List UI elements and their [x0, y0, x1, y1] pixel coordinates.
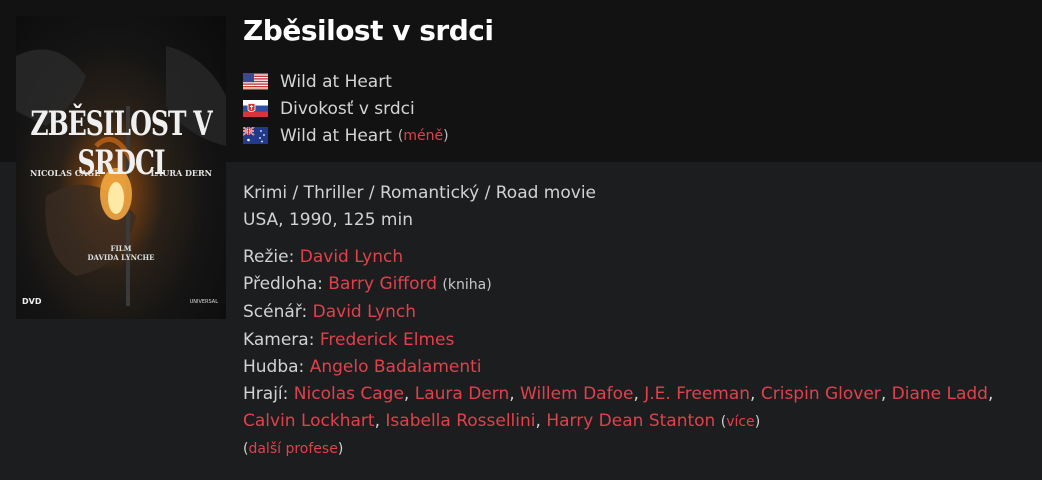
genres: Krimi / Thriller / Romantický / Road mov… [243, 183, 597, 203]
person-link[interactable]: Angelo Badalamenti [310, 357, 482, 377]
alt-title-sk-name: Divokosť v srdci [280, 98, 415, 119]
music-label: Hudba: [243, 356, 305, 377]
alt-title-au: Wild at Heart (méně) [243, 122, 449, 149]
cast-link[interactable]: Willem Dafoe [520, 384, 633, 404]
source-label: Předloha: [243, 274, 323, 295]
cast-link[interactable]: Harry Dean Stanton [546, 411, 715, 431]
origin: USA, 1990, 125 min [243, 210, 413, 230]
screenplay-label: Scénář: [243, 302, 308, 323]
credit-screenplay: Scénář: David Lynch [243, 299, 1023, 326]
movie-info: Krimi / Thriller / Romantický / Road mov… [243, 180, 596, 234]
poster-actor-left: NICOLAS CAGE [30, 168, 101, 178]
credit-camera: Kamera: Frederick Elmes [243, 327, 1023, 354]
credit-cast: Hrají: Nicolas Cage, Laura Dern, Willem … [243, 384, 994, 432]
person-link[interactable]: David Lynch [300, 247, 403, 267]
more-professions: (další profese) [243, 441, 344, 458]
alt-title-us-name: Wild at Heart [280, 71, 392, 92]
alt-titles-list: Wild at Heart Divokosť v srdci Wild at H… [243, 68, 449, 149]
cast-link[interactable]: J.E. Freeman [644, 384, 750, 404]
dvd-logo: DVD [22, 297, 42, 306]
movie-title: Zběsilost v srdci [243, 14, 494, 47]
poster-actor-right: LAURA DERN [150, 168, 212, 178]
cast-label: Hrají: [243, 384, 289, 405]
less-toggle: (méně) [397, 127, 449, 144]
more-cast-link[interactable]: více [726, 414, 755, 430]
poster-credit: FILM DAVIDA LYNCHE [76, 244, 166, 262]
au-flag-icon [243, 127, 268, 144]
credit-directing: Režie: David Lynch [243, 244, 1023, 271]
cast-link[interactable]: Isabella Rossellini [385, 411, 535, 431]
studio-logo: UNIVERSAL [189, 299, 218, 305]
cast-link[interactable]: Crispin Glover [761, 384, 881, 404]
poster-actors: NICOLAS CAGE LAURA DERN [30, 168, 212, 178]
credits-section: Režie: David Lynch Předloha: Barry Giffo… [243, 244, 1023, 464]
cast-link[interactable]: Nicolas Cage [294, 384, 404, 404]
sk-flag-icon [243, 100, 268, 117]
poster-credit-line2: DAVIDA LYNCHE [87, 253, 155, 262]
camera-label: Kamera: [243, 329, 315, 350]
alt-title-us: Wild at Heart [243, 68, 449, 95]
cast-link[interactable]: Calvin Lockhart [243, 411, 375, 431]
cast-link[interactable]: Diane Ladd [892, 384, 988, 404]
source-note: (kniha) [442, 277, 492, 294]
poster-credit-line1: FILM [110, 244, 132, 253]
movie-poster[interactable]: ZBĚSILOST V SRDCI NICOLAS CAGE LAURA DER… [16, 16, 226, 319]
person-link[interactable]: Frederick Elmes [320, 330, 455, 350]
alt-title-au-name: Wild at Heart [280, 125, 392, 146]
person-link[interactable]: David Lynch [313, 302, 416, 322]
credit-source: Předloha: Barry Gifford (kniha) [243, 271, 1023, 299]
less-link[interactable]: méně [403, 128, 443, 144]
more-cast: (více) [720, 414, 761, 431]
directing-label: Režie: [243, 247, 295, 267]
us-flag-icon [243, 73, 268, 90]
person-link[interactable]: Barry Gifford [328, 274, 437, 294]
cast-link[interactable]: Laura Dern [415, 384, 510, 404]
credit-music: Hudba: Angelo Badalamenti [243, 354, 1023, 381]
more-professions-link[interactable]: další profese [248, 441, 337, 457]
alt-title-sk: Divokosť v srdci [243, 95, 449, 122]
